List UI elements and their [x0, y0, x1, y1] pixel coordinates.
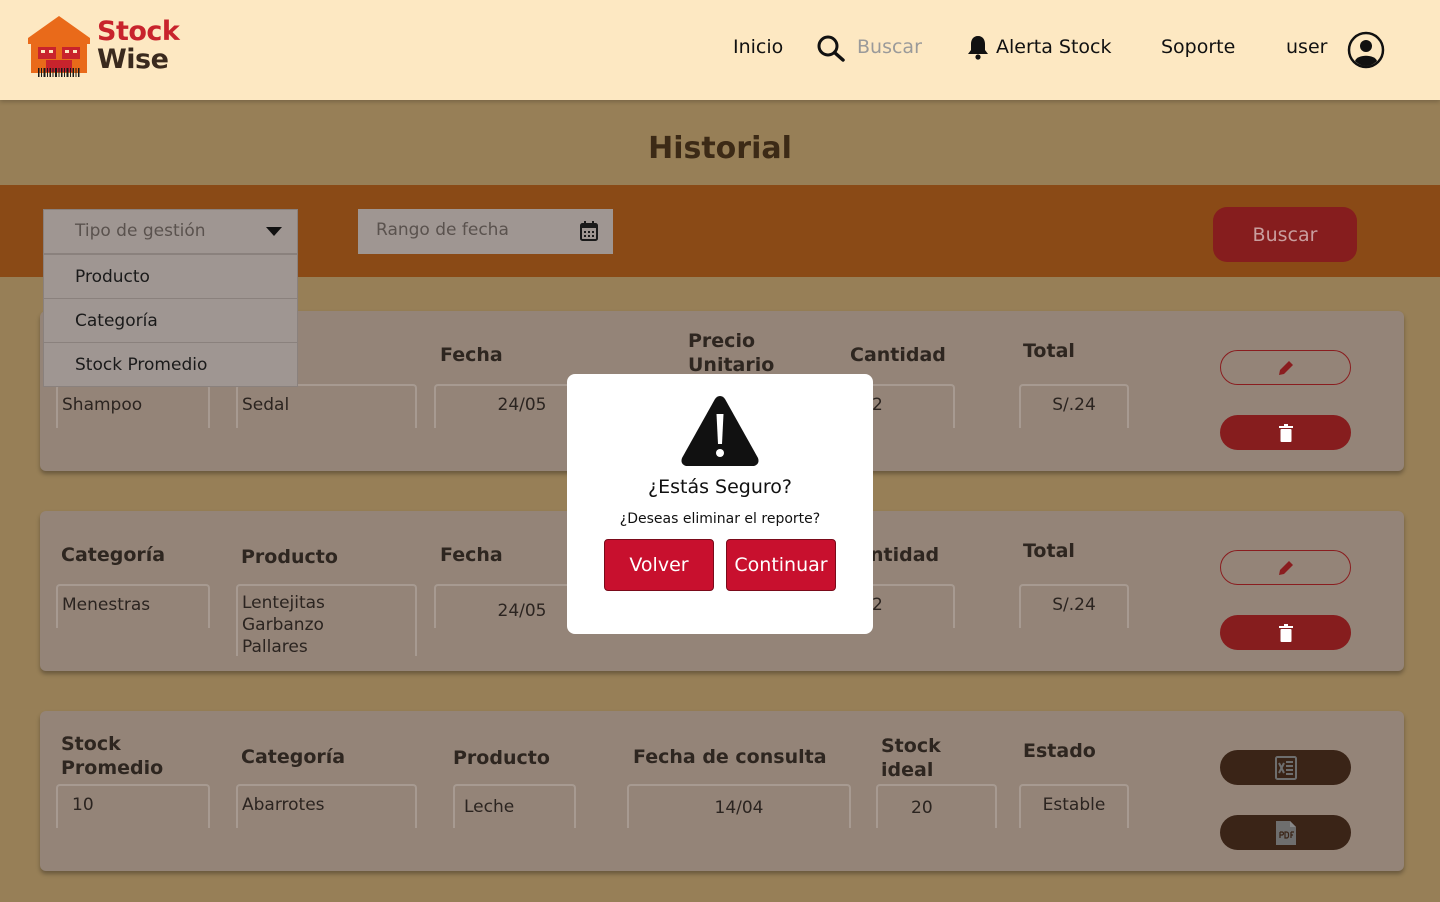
label-total: Total — [1023, 540, 1075, 562]
label-category: Categoría — [241, 746, 346, 768]
field-product: Leche — [453, 784, 576, 828]
label-ideal-stock-line1: Stock — [881, 735, 941, 757]
field-products: Lentejitas Garbanzo Pallares — [236, 584, 417, 657]
label-total: Total — [1023, 340, 1075, 362]
product-line: Lentejitas — [242, 593, 325, 613]
product-line: Garbanzo — [242, 615, 324, 635]
top-navbar: Stock Wise Inicio Buscar Alerta Stock So… — [0, 0, 1440, 100]
brand-name: Stock Wise — [97, 16, 180, 75]
trash-icon — [1278, 423, 1293, 442]
label-ideal-stock-line2: ideal — [881, 759, 934, 781]
continue-button[interactable]: Continuar — [726, 539, 836, 591]
nav-stock-alert-link[interactable]: Alerta Stock — [996, 34, 1112, 60]
stockwise-logo[interactable]: Stock Wise — [26, 14, 186, 80]
export-pdf-button[interactable] — [1220, 815, 1351, 850]
page-title: Historial — [648, 131, 792, 166]
date-range-placeholder: Rango de fecha — [376, 220, 509, 240]
warehouse-logo-icon — [28, 16, 90, 77]
trash-icon — [1278, 623, 1293, 642]
label-quantity: ntidad — [870, 544, 940, 566]
pdf-icon — [1275, 820, 1296, 845]
label-product: Producto — [453, 747, 550, 769]
bell-icon[interactable] — [966, 34, 990, 64]
nav-user-name[interactable]: user — [1286, 34, 1327, 60]
label-avg-stock-line2: Promedio — [61, 757, 164, 779]
label-unit-price-line1: Precio — [688, 330, 756, 352]
dropdown-option-product[interactable]: Producto — [44, 255, 297, 299]
search-button[interactable]: Buscar — [1213, 207, 1357, 262]
management-type-select[interactable]: Tipo de gestión — [43, 209, 298, 254]
nav-support-link[interactable]: Soporte — [1161, 34, 1235, 60]
delete-button[interactable] — [1220, 615, 1351, 650]
calendar-icon[interactable] — [579, 220, 599, 246]
caret-down-icon — [266, 227, 282, 236]
label-category: Categoría — [61, 544, 166, 566]
management-type-dropdown: Producto Categoría Stock Promedio — [43, 254, 298, 387]
field-product: Shampoo — [56, 384, 210, 428]
label-date: Fecha — [440, 344, 503, 366]
field-category: Menestras — [56, 584, 210, 628]
field-brand: Sedal — [236, 384, 417, 428]
dropdown-option-average-stock[interactable]: Stock Promedio — [44, 343, 297, 386]
warning-icon — [680, 394, 760, 472]
field-status: Estable — [1019, 784, 1129, 828]
field-avg-stock: 10 — [56, 784, 210, 828]
confirm-delete-modal: ¿Estás Seguro? ¿Deseas eliminar el repor… — [567, 374, 873, 634]
label-status: Estado — [1023, 740, 1096, 762]
label-date: Fecha — [440, 544, 503, 566]
field-total: S/.24 — [1019, 584, 1129, 628]
field-total: S/.24 — [1019, 384, 1129, 428]
label-quantity: Cantidad — [850, 344, 946, 366]
search-icon[interactable] — [816, 34, 846, 66]
product-line: Pallares — [242, 637, 308, 657]
field-query-date: 14/04 — [627, 784, 851, 828]
nav-home-link[interactable]: Inicio — [733, 34, 783, 60]
label-avg-stock-line1: Stock — [61, 733, 121, 755]
brand-line-2: Wise — [97, 44, 169, 75]
management-type-placeholder: Tipo de gestión — [75, 221, 206, 241]
date-range-input[interactable]: Rango de fecha — [358, 209, 613, 254]
label-product: Producto — [241, 546, 338, 568]
nav-search-input[interactable]: Buscar — [857, 34, 922, 60]
user-avatar-icon[interactable] — [1347, 31, 1385, 69]
pencil-icon — [1278, 560, 1293, 575]
modal-title: ¿Estás Seguro? — [648, 476, 792, 498]
delete-button[interactable] — [1220, 415, 1351, 450]
history-card-average-stock: Stock Promedio Categoría Producto Fecha … — [40, 711, 1404, 871]
modal-message: ¿Deseas eliminar el reporte? — [619, 511, 821, 527]
brand-line-1: Stock — [97, 16, 180, 47]
edit-button[interactable] — [1220, 550, 1351, 585]
pencil-icon — [1278, 360, 1293, 375]
excel-icon — [1274, 755, 1297, 780]
export-excel-button[interactable] — [1220, 750, 1351, 785]
dropdown-option-category[interactable]: Categoría — [44, 299, 297, 343]
edit-button[interactable] — [1220, 350, 1351, 385]
field-category: Abarrotes — [236, 784, 417, 828]
back-button[interactable]: Volver — [604, 539, 714, 591]
label-query-date: Fecha de consulta — [633, 746, 827, 768]
field-ideal-stock: 20 — [876, 784, 997, 828]
